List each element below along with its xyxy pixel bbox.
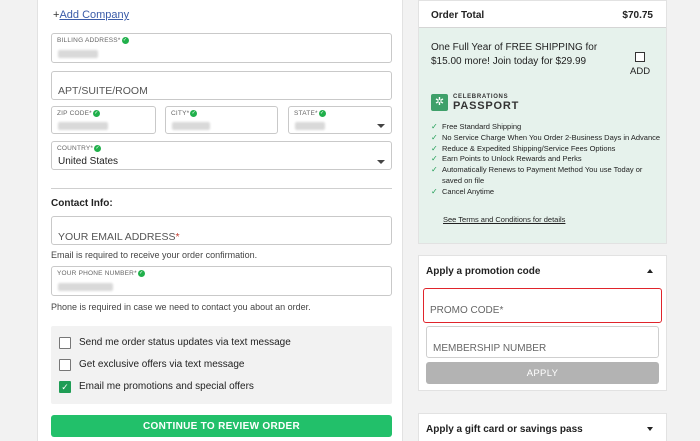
passport-benefits-list: ✓ Free Standard Shipping ✓ No Service Char… [431, 122, 663, 198]
chevron-down-icon [377, 160, 385, 164]
checkbox[interactable] [59, 337, 71, 349]
redacted-value [58, 283, 113, 291]
email-placeholder-text: YOUR EMAIL ADDRESS [58, 231, 176, 243]
add-label[interactable]: ADD [630, 66, 650, 77]
checkbox[interactable] [59, 359, 71, 371]
check-icon: ✓ [431, 186, 438, 196]
promo-code-input[interactable]: PROMO CODE* [423, 288, 662, 323]
benefit-item: ✓ Reduce & Expedited Shipping/Service Fee… [431, 144, 663, 155]
state-label-text: STATE* [294, 110, 318, 118]
benefit-text: Automatically Renews to Payment Method Y… [442, 165, 643, 185]
zip-label: ZIP CODE* ✓ [57, 110, 100, 117]
check-icon: ✓ [431, 143, 438, 153]
zip-code-field[interactable]: ZIP CODE* ✓ [51, 106, 156, 134]
add-passport-checkbox[interactable] [635, 52, 645, 62]
continue-to-review-button[interactable]: CONTINUE TO REVIEW ORDER [51, 415, 392, 437]
email-placeholder: YOUR EMAIL ADDRESS* [58, 231, 180, 243]
check-icon: ✓ [431, 165, 438, 175]
billing-address-label-text: BILLING ADDRESS* [57, 37, 121, 45]
billing-address-field[interactable]: BILLING ADDRESS* ✓ [51, 33, 392, 63]
email-field[interactable]: YOUR EMAIL ADDRESS* [51, 216, 392, 245]
check-icon: ✓ [431, 132, 438, 142]
redacted-value [172, 122, 210, 130]
country-select[interactable]: COUNTRY* ✓ United States [51, 141, 392, 170]
benefit-text: Cancel Anytime [442, 186, 495, 196]
valid-check-icon: ✓ [92, 110, 100, 117]
billing-address-label: BILLING ADDRESS* ✓ [57, 37, 129, 44]
promotion-code-heading[interactable]: Apply a promotion code [426, 266, 540, 277]
valid-check-icon: ✓ [121, 37, 129, 44]
option-label: Email me promotions and special offers [79, 381, 254, 392]
redacted-value [58, 50, 98, 58]
terms-link[interactable]: See Terms and Conditions for details [443, 215, 565, 224]
phone-hint: Phone is required in case we need to con… [51, 302, 311, 312]
benefit-text: Earn Points to Unlock Rewards and Perks [442, 154, 582, 164]
membership-number-input[interactable]: MEMBERSHIP NUMBER [426, 326, 659, 358]
promo-code-placeholder: PROMO CODE* [430, 305, 504, 316]
checkout-form-panel: +Add Company BILLING ADDRESS* ✓ APT/SUITE… [37, 0, 403, 441]
section-divider [51, 188, 392, 189]
benefit-item: ✓ Automatically Renews to Payment Method … [431, 165, 663, 187]
order-summary-panel: Order Total $70.75 One Full Year of FREE… [418, 0, 667, 244]
phone-label: YOUR PHONE NUMBER* ✓ [57, 270, 145, 277]
redacted-value [295, 122, 325, 130]
benefit-text: Free Standard Shipping [442, 122, 522, 131]
benefit-text: No Service Charge When You Order 2-Busin… [442, 132, 661, 142]
communication-options: Send me order status updates via text me… [51, 326, 392, 404]
state-select[interactable]: STATE* ✓ [288, 106, 392, 134]
benefit-item: ✓ No Service Charge When You Order 2-Busi… [431, 133, 663, 144]
state-label: STATE* ✓ [294, 110, 326, 117]
gift-card-panel[interactable]: Apply a gift card or savings pass [418, 413, 667, 441]
add-company-label: Add Company [59, 9, 130, 21]
option-label: Get exclusive offers via text message [79, 359, 245, 370]
phone-label-text: YOUR PHONE NUMBER* [57, 270, 137, 278]
order-total-amount: $70.75 [622, 10, 653, 21]
benefit-item: ✓ Earn Points to Unlock Rewards and Perks [431, 154, 663, 165]
apt-suite-room-field[interactable]: APT/SUITE/ROOM [51, 71, 392, 100]
contact-info-heading: Contact Info: [51, 198, 113, 209]
valid-check-icon: ✓ [137, 270, 145, 277]
country-label-text: COUNTRY* [57, 145, 94, 153]
apt-placeholder: APT/SUITE/ROOM [58, 85, 148, 97]
city-label-text: CITY* [171, 110, 190, 118]
valid-check-icon: ✓ [190, 110, 198, 117]
passport-offer: One Full Year of FREE SHIPPING for $15.0… [419, 28, 666, 243]
benefit-item: ✓ Cancel Anytime [431, 187, 663, 198]
order-total-row: Order Total $70.75 [431, 10, 653, 21]
chevron-down-icon [377, 124, 385, 128]
city-field[interactable]: CITY* ✓ [165, 106, 278, 134]
country-label: COUNTRY* ✓ [57, 145, 102, 153]
valid-check-icon: ✓ [318, 110, 326, 117]
passport-offer-text: One Full Year of FREE SHIPPING for $15.0… [431, 42, 598, 67]
redacted-value [58, 122, 108, 130]
option-label: Send me order status updates via text me… [79, 337, 291, 348]
check-icon: ✓ [431, 154, 438, 164]
order-total-label: Order Total [431, 10, 485, 21]
membership-placeholder: MEMBERSHIP NUMBER [433, 343, 547, 354]
gift-card-heading: Apply a gift card or savings pass [426, 424, 583, 435]
benefit-item: ✓ Free Standard Shipping [431, 122, 663, 133]
add-company-link[interactable]: +Add Company [53, 9, 129, 21]
apply-button[interactable]: APPLY [426, 362, 659, 384]
promotion-code-panel: Apply a promotion code PROMO CODE* MEMBE… [418, 255, 667, 391]
city-label: CITY* ✓ [171, 110, 198, 118]
chevron-down-icon[interactable] [647, 427, 653, 431]
check-icon: ✓ [431, 122, 438, 131]
logo-text-bottom: PASSPORT [453, 100, 520, 112]
checkbox-checked[interactable]: ✓ [59, 381, 71, 393]
zip-label-text: ZIP CODE* [57, 110, 92, 118]
chevron-up-icon[interactable] [647, 269, 653, 273]
benefit-text: Reduce & Expedited Shipping/Service Fees… [442, 143, 616, 153]
phone-field[interactable]: YOUR PHONE NUMBER* ✓ [51, 266, 392, 296]
passport-logo-icon: ✲ [431, 94, 448, 111]
valid-check-icon: ✓ [94, 145, 102, 152]
required-mark: * [175, 231, 180, 243]
email-hint: Email is required to receive your order … [51, 250, 258, 260]
country-value: United States [58, 156, 119, 167]
